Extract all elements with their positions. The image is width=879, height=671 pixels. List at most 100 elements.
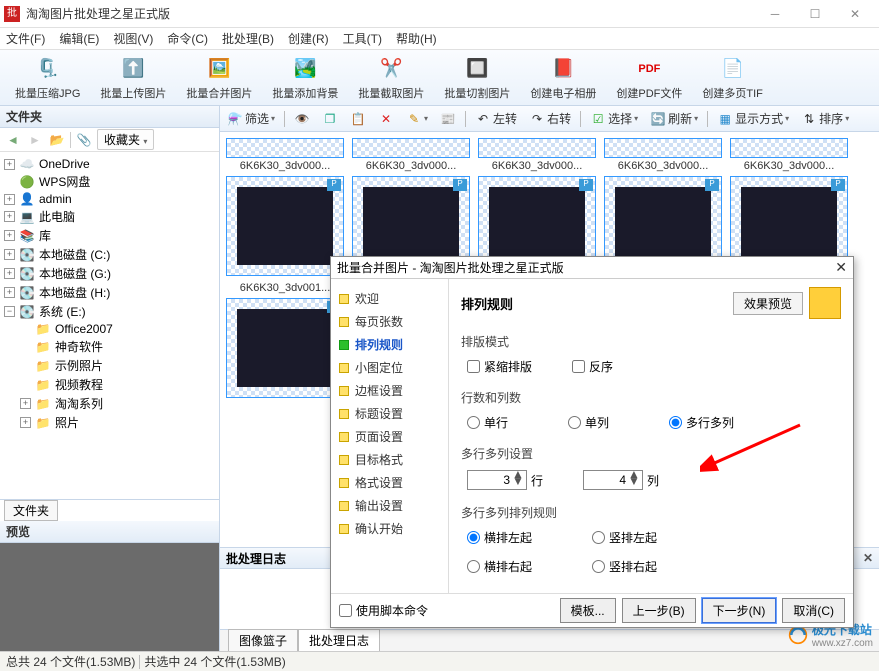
thumb-item[interactable]: 6K6K30_3dv000... [730,138,848,172]
menu-file[interactable]: 文件(F) [6,30,45,47]
step-format[interactable]: 目标格式 [335,448,444,471]
prev-button[interactable]: 上一步(B) [622,598,696,623]
delete-icon[interactable]: ✕ [375,110,397,128]
radio-multi[interactable]: 多行多列 [669,414,734,431]
step-fmtset[interactable]: 格式设置 [335,471,444,494]
close-log-icon[interactable]: ✕ [863,551,873,565]
tool-album[interactable]: 📕创建电子相册 [521,52,605,104]
tool-addbg[interactable]: 🏞️批量添加背景 [263,52,347,104]
cols-input[interactable]: ▲▼ [583,470,643,490]
tool-upload[interactable]: ⬆️批量上传图片 [91,52,175,104]
thumb-item[interactable]: 6K6K30_3dv000... [478,138,596,172]
step-perpage[interactable]: 每页张数 [335,310,444,333]
display-button[interactable]: ▦显示方式▾ [714,109,792,128]
tree-sys-e[interactable]: −💽系统 (E:) [2,302,217,321]
tree-thispc[interactable]: +💻此电脑 [2,207,217,226]
thumb-item[interactable]: 6K6K30_3dv001...P [226,280,344,398]
tool-compress-jpg[interactable]: 🗜️批量压缩JPG [6,52,89,104]
template-button[interactable]: 模板... [560,598,616,623]
favorites-dropdown[interactable]: 收藏夹 ▾ [97,129,154,150]
tab-log[interactable]: 批处理日志 [298,629,380,651]
tree-admin[interactable]: +👤admin [2,191,217,207]
sort-button[interactable]: ⇅排序▾ [798,109,852,128]
radio-single-row[interactable]: 单行 [467,414,508,431]
dialog-titlebar[interactable]: 批量合并图片 - 淘淘图片批处理之星正式版 ✕ [331,257,853,279]
close-button[interactable]: ✕ [835,0,875,28]
radio-v-right[interactable]: 竖排右起 [592,558,657,575]
nav-fwd-icon[interactable]: ► [26,131,44,149]
tool-merge[interactable]: 🖼️批量合并图片 [177,52,261,104]
step-welcome[interactable]: 欢迎 [335,287,444,310]
tool-tif[interactable]: 📄创建多页TIF [693,52,772,104]
dialog-close-icon[interactable]: ✕ [835,259,847,276]
checkbox-use-script[interactable]: 使用脚本命令 [339,602,428,619]
rows-input[interactable]: ▲▼ [467,470,527,490]
maximize-button[interactable]: ☐ [795,0,835,28]
statusbar: 总共 24 个文件(1.53MB) 共选中 24 个文件(1.53MB) [0,651,879,671]
thumb-item[interactable]: 6K6K30_3dv000... [352,138,470,172]
preview-icon[interactable]: 👁️ [291,110,313,128]
group-multi-order: 多行多列排列规则 [461,504,841,521]
tree-onedrive[interactable]: +☁️OneDrive [2,156,217,172]
menu-create[interactable]: 创建(R) [288,30,329,47]
group-layout-mode: 排版模式 [461,333,841,350]
thumb-item[interactable]: 6K6K30_3dv000... [226,138,344,172]
copy-icon[interactable]: ❐ [319,110,341,128]
tab-basket[interactable]: 图像篮子 [228,629,298,651]
folder-tree[interactable]: +☁️OneDrive 🟢WPS网盘 +👤admin +💻此电脑 +📚库 +💽本… [0,152,219,499]
background-icon: 🏞️ [291,55,319,83]
thumb-item[interactable]: 6K6K30_3dv000... [604,138,722,172]
tree-wps[interactable]: 🟢WPS网盘 [2,172,217,191]
select-button[interactable]: ☑选择▾ [587,109,641,128]
radio-h-right[interactable]: 横排右起 [467,558,532,575]
minimize-button[interactable]: ─ [755,0,795,28]
tree-disk-h[interactable]: +💽本地磁盘 (H:) [2,283,217,302]
step-border[interactable]: 边框设置 [335,379,444,402]
paste-icon[interactable]: 📋 [347,110,369,128]
menu-help[interactable]: 帮助(H) [396,30,437,47]
step-thumbpos[interactable]: 小图定位 [335,356,444,379]
tree-sample[interactable]: 📁示例照片 [2,356,217,375]
step-output[interactable]: 输出设置 [335,494,444,517]
menu-tool[interactable]: 工具(T) [343,30,382,47]
checkbox-compact[interactable]: 紧缩排版 [467,358,532,375]
main-toolbar: 🗜️批量压缩JPG ⬆️批量上传图片 🖼️批量合并图片 🏞️批量添加背景 ✂️批… [0,50,879,106]
step-arrange[interactable]: 排列规则 [335,333,444,356]
cancel-button[interactable]: 取消(C) [782,598,845,623]
tab-folders[interactable]: 文件夹 [4,500,58,521]
tree-photo[interactable]: +📁照片 [2,413,217,432]
radio-v-left[interactable]: 竖排左起 [592,529,657,546]
step-title[interactable]: 标题设置 [335,402,444,425]
menu-edit[interactable]: 编辑(E) [59,30,99,47]
tree-taotao[interactable]: +📁淘淘系列 [2,394,217,413]
menu-batch[interactable]: 批处理(B) [222,30,274,47]
radio-h-left[interactable]: 横排左起 [467,529,532,546]
refresh-button[interactable]: 🔄刷新▾ [647,109,701,128]
menu-cmd[interactable]: 命令(C) [167,30,208,47]
tree-office[interactable]: 📁Office2007 [2,321,217,337]
next-button[interactable]: 下一步(N) [702,598,777,623]
menu-view[interactable]: 视图(V) [113,30,153,47]
tree-shenqi[interactable]: 📁神奇软件 [2,337,217,356]
rotate-left-button[interactable]: ↶左转 [472,109,520,128]
tool-pdf[interactable]: PDF创建PDF文件 [607,52,691,104]
tree-disk-g[interactable]: +💽本地磁盘 (G:) [2,264,217,283]
radio-single-col[interactable]: 单列 [568,414,609,431]
rotate-right-button[interactable]: ↷右转 [526,109,574,128]
step-page[interactable]: 页面设置 [335,425,444,448]
nav-back-icon[interactable]: ◄ [4,131,22,149]
preview-effect-button[interactable]: 效果预览 [733,292,803,315]
tool-crop[interactable]: ✂️批量截取图片 [349,52,433,104]
tree-lib[interactable]: +📚库 [2,226,217,245]
edit-icon[interactable]: ✎▾ [403,110,431,128]
tree-disk-c[interactable]: +💽本地磁盘 (C:) [2,245,217,264]
step-confirm[interactable]: 确认开始 [335,517,444,540]
nav-clip-icon[interactable]: 📎 [75,131,93,149]
checkbox-reverse[interactable]: 反序 [572,358,613,375]
tool-cut[interactable]: 🔲批量切割图片 [435,52,519,104]
nav-up-icon[interactable]: 📂 [48,131,66,149]
tree-video[interactable]: 📁视频教程 [2,375,217,394]
thumb-item[interactable]: P [226,176,344,276]
props-icon[interactable]: 📰 [437,110,459,128]
filter-button[interactable]: ⚗️筛选▾ [224,109,278,128]
